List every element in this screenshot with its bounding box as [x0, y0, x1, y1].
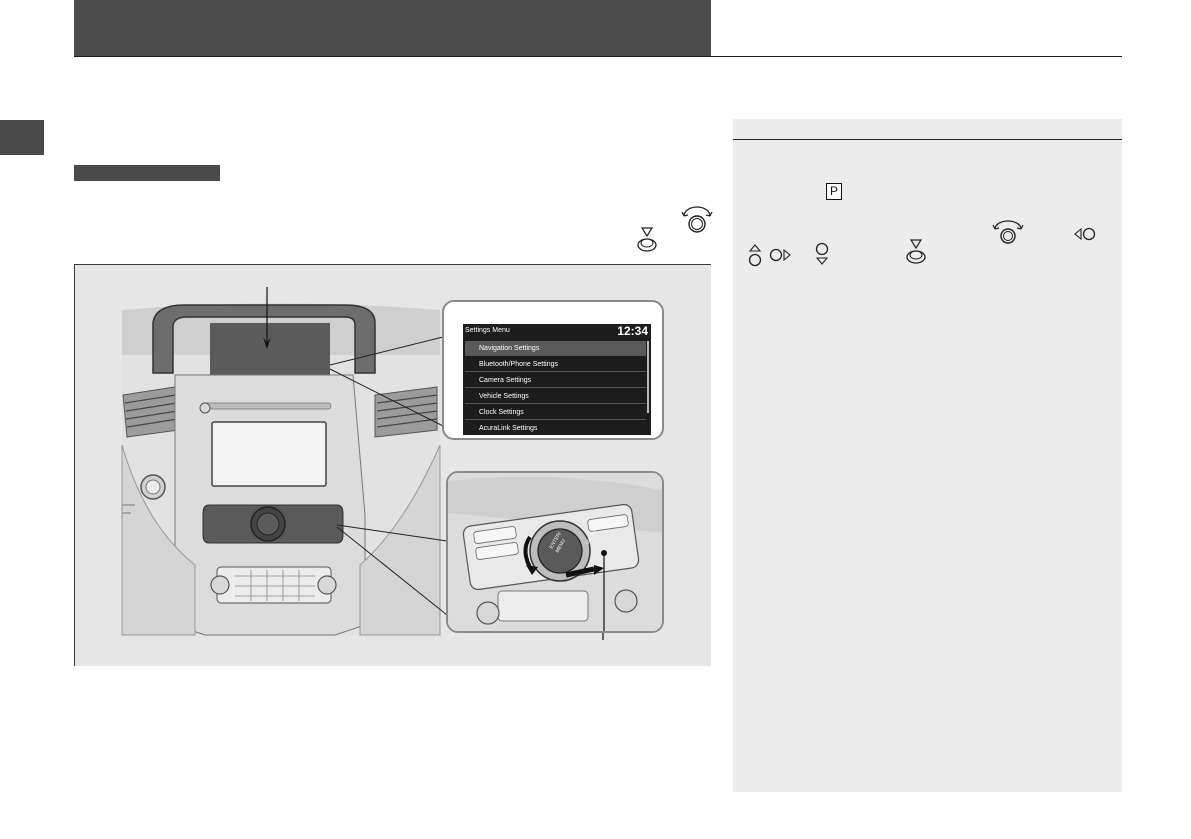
interface-dial-press-icon [906, 239, 926, 264]
lower-touch-screen [211, 421, 327, 487]
side-note-rule [733, 139, 1122, 140]
interface-dial-press-icon [637, 227, 657, 252]
menu-item-navigation-settings[interactable]: Navigation Settings [465, 341, 646, 356]
section-heading-tag [74, 165, 220, 181]
interface-dial-up-icon [748, 244, 762, 267]
menu-item-vehicle-settings[interactable]: Vehicle Settings [465, 389, 646, 404]
menu-item-clock-settings[interactable]: Clock Settings [465, 405, 646, 420]
screen-scrollbar[interactable] [647, 341, 649, 413]
screen-title: Settings Menu [465, 327, 510, 334]
header-rule [74, 56, 1122, 57]
interface-dial-down-icon [815, 242, 829, 265]
left-air-vent [122, 386, 180, 438]
chapter-header-bar [74, 0, 711, 56]
menu-item-camera-settings[interactable]: Camera Settings [465, 373, 646, 388]
interface-dial-left-icon [1074, 227, 1096, 241]
chapter-side-tab [0, 120, 44, 155]
screen-clock: 12:34 [617, 324, 648, 338]
park-indicator-icon: P [826, 183, 842, 200]
interface-dial-rotate-icon [681, 206, 713, 233]
interface-dial-closeup: ENTER/ MENU SETTINGS [448, 473, 662, 631]
side-note-panel [733, 119, 1122, 792]
right-air-vent [374, 386, 438, 438]
settings-screen: Settings Menu 12:34 Navigation Settings … [463, 324, 651, 435]
interface-dial-right-icon [769, 248, 791, 262]
settings-screen-inset: Settings Menu 12:34 Navigation Settings … [442, 300, 664, 440]
interface-dial-inset: ENTER/ MENU SETTINGS [446, 471, 664, 633]
dashboard-figure: Settings Menu 12:34 Navigation Settings … [74, 264, 711, 666]
interface-dial-rotate-icon [992, 220, 1024, 244]
menu-item-bluetooth-phone-settings[interactable]: Bluetooth/Phone Settings [465, 357, 646, 372]
menu-item-acuralink-settings[interactable]: AcuraLink Settings [465, 421, 646, 435]
